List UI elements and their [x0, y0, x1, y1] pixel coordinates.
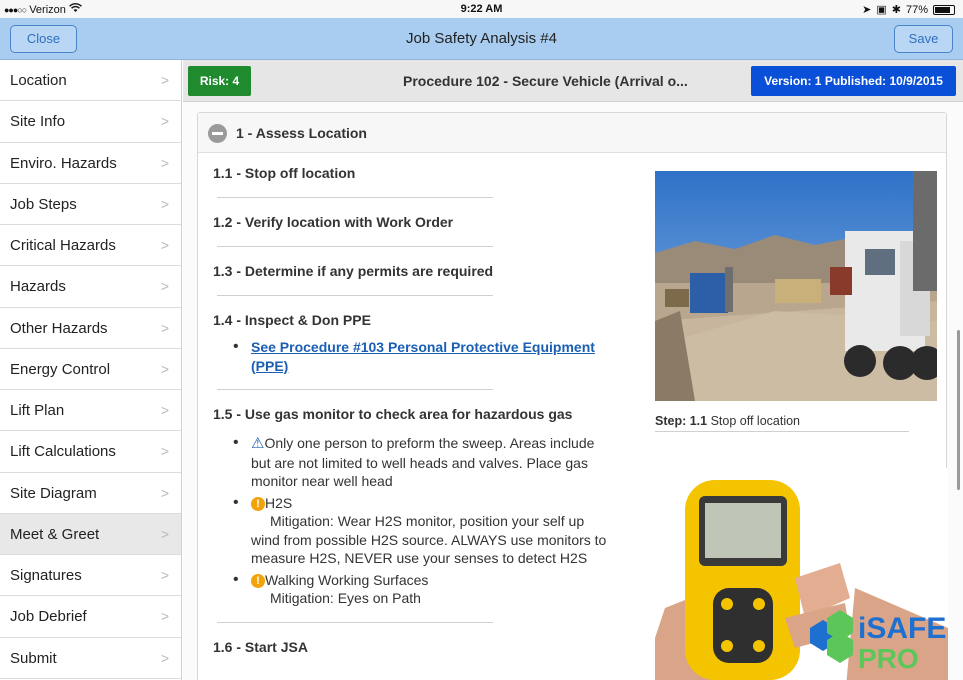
sidebar-item-label: Job Debrief — [10, 608, 87, 626]
procedure-link[interactable]: See Procedure #103 Personal Protective E… — [251, 339, 595, 374]
warning-icon: ⚠ — [251, 435, 265, 452]
chevron-right-icon: > — [160, 195, 169, 212]
sidebar-item-job-steps[interactable]: Job Steps > — [0, 184, 181, 225]
nav-bar: Close Job Safety Analysis #4 Save — [0, 18, 963, 60]
chevron-right-icon: > — [160, 319, 169, 336]
battery-percent: 77% — [905, 3, 928, 16]
sidebar-item-meet-and-greet[interactable]: Meet & Greet > — [0, 513, 181, 555]
risk-badge: Risk: 4 — [188, 66, 251, 96]
step-bullets: See Procedure #103 Personal Protective E… — [233, 338, 638, 375]
lock-rotation-icon: ▣ — [876, 4, 887, 16]
sidebar-item-label: Lift Calculations — [10, 443, 116, 461]
sidebar-item-label: Other Hazards — [10, 319, 108, 337]
photo-caption: Step: 1.1 Stop off location — [655, 414, 801, 428]
sidebar-item-signatures[interactable]: Signatures > — [0, 555, 181, 597]
page-title: Job Safety Analysis #4 — [406, 30, 557, 47]
divider — [217, 246, 493, 247]
divider — [217, 389, 493, 390]
chevron-right-icon: > — [160, 360, 169, 377]
procedure-title: Procedure 102 - Secure Vehicle (Arrival … — [403, 73, 688, 89]
step-heading: 1.3 - Determine if any permits are requi… — [213, 263, 494, 279]
sidebar-item-label: Lift Plan — [10, 402, 65, 419]
sidebar-item-enviro-hazards[interactable]: Enviro. Hazards > — [0, 143, 181, 184]
chevron-right-icon: > — [160, 278, 169, 295]
step-heading: 1.1 - Stop off location — [213, 165, 356, 181]
step-heading: 1.2 - Verify location with Work Order — [213, 214, 454, 230]
divider — [217, 621, 493, 623]
sidebar-item-other-hazards[interactable]: Other Hazards > — [0, 308, 181, 349]
sidebar-item-critical-hazards[interactable]: Critical Hazards > — [0, 225, 181, 267]
sidebar-item-location[interactable]: Location > — [0, 60, 181, 102]
sidebar-item-label: Enviro. Hazards — [10, 154, 117, 172]
exclamation-icon: ! — [251, 573, 265, 588]
chevron-right-icon: > — [160, 649, 169, 666]
sidebar: Location > Site Info > Enviro. Hazards > Jo… — [0, 60, 182, 680]
sidebar-item-lift-calculations[interactable]: Lift Calculations > — [0, 431, 181, 473]
sidebar-item-label: Location — [10, 72, 67, 89]
location-arrow-icon: ➤ — [862, 4, 872, 16]
procedure-header: Risk: 4 Procedure 102 - Secure Vehicle (… — [183, 60, 963, 102]
step-heading: 1.5 - Use gas monitor to check area for … — [213, 406, 573, 422]
sidebar-item-label: Meet & Greet — [10, 525, 100, 543]
chevron-right-icon: > — [160, 608, 169, 625]
sidebar-item-submit[interactable]: Submit > — [0, 638, 181, 679]
sidebar-item-label: Signatures — [10, 567, 82, 584]
battery-icon — [933, 4, 955, 15]
list-item: !Walking Working SurfacesMitigation: Eye… — [233, 571, 638, 608]
chevron-right-icon: > — [160, 567, 169, 583]
list-item: See Procedure #103 Personal Protective E… — [233, 338, 638, 375]
content-area[interactable]: 1 - Assess Location 1.1 - Stop off locat… — [183, 102, 963, 680]
sidebar-item-site-info[interactable]: Site Info > — [0, 101, 181, 143]
panel-header[interactable]: 1 - Assess Location — [198, 113, 946, 153]
divider — [655, 431, 909, 432]
step-list: 1.1 - Stop off location 1.2 - Verify loc… — [213, 165, 638, 655]
bluetooth-icon: ✱ — [891, 4, 901, 16]
exclamation-icon: ! — [251, 496, 265, 511]
panel-title: 1 - Assess Location — [236, 125, 367, 141]
list-item: ⚠Only one person to preform the sweep. A… — [233, 434, 638, 491]
sidebar-item-job-debrief[interactable]: Job Debrief > — [0, 596, 181, 638]
sidebar-item-lift-plan[interactable]: Lift Plan > — [0, 390, 181, 432]
chevron-right-icon: > — [160, 525, 169, 542]
divider — [217, 197, 493, 198]
list-item: !H2SMitigation: Wear H2S monitor, positi… — [233, 494, 638, 568]
step-heading: 1.4 - Inspect & Don PPE — [213, 312, 371, 328]
divider — [217, 295, 493, 296]
scrollbar[interactable] — [957, 330, 960, 490]
sidebar-item-hazards[interactable]: Hazards > — [0, 266, 181, 308]
chevron-right-icon: > — [160, 443, 169, 460]
sidebar-item-label: Hazards — [10, 278, 66, 296]
chevron-right-icon: > — [160, 484, 169, 501]
svg-text:iSAFE: iSAFE — [858, 612, 946, 645]
sidebar-item-label: Job Steps — [10, 195, 77, 213]
chevron-right-icon: > — [160, 402, 169, 418]
chevron-right-icon: > — [160, 154, 169, 171]
chevron-right-icon: > — [160, 72, 169, 88]
sidebar-item-energy-control[interactable]: Energy Control > — [0, 349, 181, 390]
version-badge: Version: 1 Published: 10/9/2015 — [751, 66, 956, 96]
save-button[interactable]: Save — [894, 25, 953, 53]
sidebar-item-label: Energy Control — [10, 360, 111, 378]
sidebar-item-label: Submit — [10, 649, 57, 667]
chevron-right-icon: > — [160, 113, 169, 130]
collapse-icon[interactable] — [208, 124, 227, 143]
gas-monitor-photo[interactable]: iSAFE PRO — [655, 468, 948, 680]
clock: 9:22 AM — [460, 3, 503, 15]
chevron-right-icon: > — [160, 237, 169, 253]
sidebar-item-site-diagram[interactable]: Site Diagram > — [0, 473, 181, 514]
site-photo[interactable] — [655, 171, 937, 401]
step-heading: 1.6 - Start JSA — [213, 638, 308, 655]
sidebar-item-label: Site Diagram — [10, 484, 97, 502]
status-bar: ●●●○○ Verizon 9:22 AM ➤ ▣ ✱ 77% — [0, 0, 963, 18]
step-panel: 1 - Assess Location 1.1 - Stop off locat… — [197, 112, 948, 680]
sidebar-item-label: Site Info — [10, 113, 66, 131]
sidebar-item-label: Critical Hazards — [10, 237, 116, 254]
step-bullets: ⚠Only one person to preform the sweep. A… — [233, 434, 638, 608]
svg-text:PRO: PRO — [858, 643, 919, 674]
